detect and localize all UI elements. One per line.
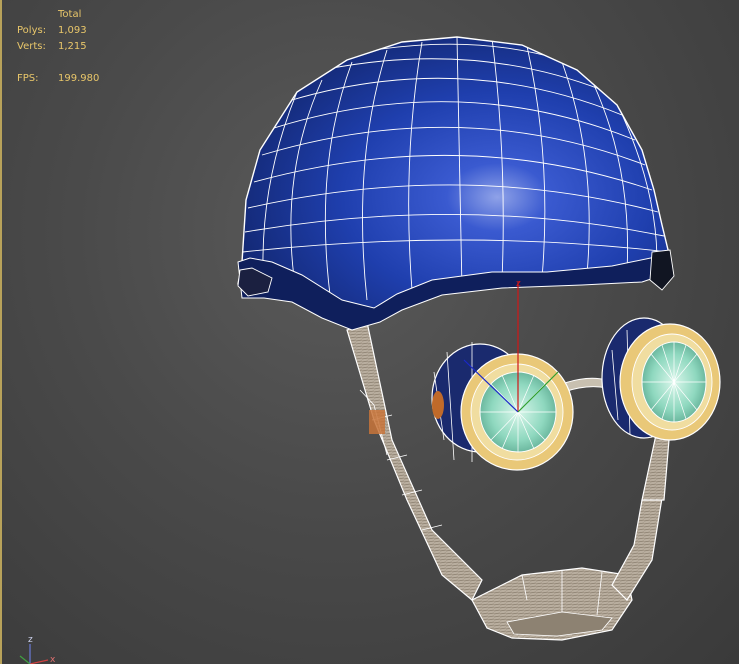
left-goggle <box>431 342 574 471</box>
helmet-model[interactable]: z z x <box>2 0 739 664</box>
perspective-viewport[interactable]: Total Polys: 1,093 Verts: 1,215 FPS: 199… <box>0 0 739 664</box>
strap-buckle <box>369 410 385 434</box>
world-axis-tripod: z x <box>19 635 56 664</box>
world-axis-z: z <box>28 635 33 645</box>
pivot-z-label: z <box>516 279 521 289</box>
world-axis-x: x <box>50 655 56 664</box>
right-goggle <box>601 317 721 441</box>
helmet-shell <box>237 36 675 331</box>
goggles <box>431 317 721 471</box>
